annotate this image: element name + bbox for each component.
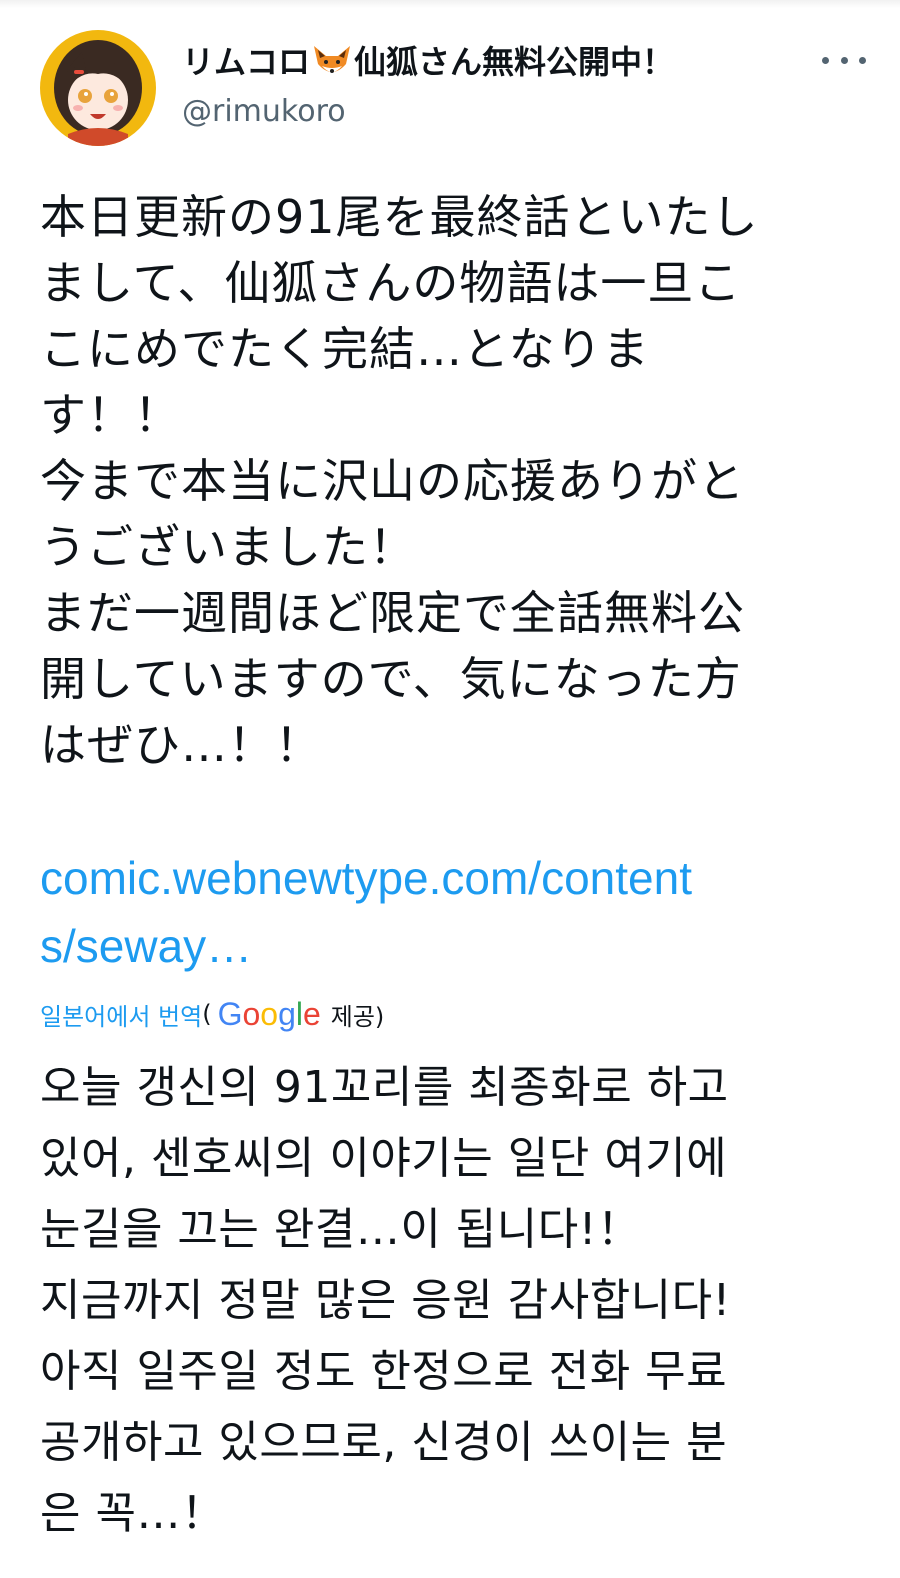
- fox-face-icon: [312, 44, 352, 80]
- tweet-link-line[interactable]: comic.webnewtype.com/content: [40, 844, 870, 912]
- avatar[interactable]: [40, 30, 156, 146]
- tweet-text-line: はぜひ…！！: [40, 718, 322, 772]
- tweet-text-line: まだ一週間ほど限定で全話無料公: [40, 586, 745, 640]
- tweet-link-line[interactable]: s/seway…: [40, 912, 870, 980]
- translation-provided-label: 제공): [330, 1002, 385, 1031]
- top-edge-fade: [0, 0, 900, 8]
- more-dot-icon: [859, 56, 866, 64]
- translate-link[interactable]: 일본어에서 번역: [40, 997, 202, 1032]
- tweet-text-line: す！！: [40, 388, 181, 442]
- more-dot-icon: [822, 56, 829, 64]
- translated-text-line: 눈길을 끄는 완결…이 됩니다!！: [40, 1204, 642, 1255]
- tweet-text-line: 本日更新の91尾を最終話といたし: [40, 190, 759, 244]
- tweet-text-line: まして、仙狐さんの物語は一旦こ: [40, 256, 742, 310]
- tweet-text-line: 開していますので、気になった方: [40, 652, 742, 706]
- translated-text-line: 공개하고 있으므로, 신경이 쓰이는 분: [40, 1417, 728, 1468]
- tweet-text: 本日更新の91尾を最終話といたし まして、仙狐さんの物語は一旦こ こにめでたく完…: [40, 184, 870, 778]
- translated-text: 오늘 갱신의 91꼬리를 최종화로 하고 있어, 센호씨의 이야기는 일단 여기…: [40, 1052, 870, 1549]
- display-name-suffix: 仙狐さん無料公開中！: [354, 43, 675, 81]
- translated-text-line: 있어, 센호씨의 이야기는 일단 여기에: [40, 1133, 728, 1184]
- tweet-text-line: うございました！: [40, 520, 416, 574]
- tweet-body: 本日更新の91尾を最終話といたし まして、仙狐さんの物語は一旦こ こにめでたく完…: [40, 184, 870, 1549]
- more-options-button[interactable]: [822, 48, 866, 72]
- display-name[interactable]: リムコロ 仙狐さん無料公開中！: [182, 40, 674, 84]
- display-name-prefix: リムコロ: [182, 43, 311, 81]
- translated-text-line: 지금까지 정말 많은 응원 감사합니다!: [40, 1275, 731, 1326]
- user-handle[interactable]: @rimukoro: [182, 90, 674, 134]
- google-logo: Google: [217, 995, 321, 1032]
- tweet-text-line: 今まで本当に沢山の応援ありがと: [40, 454, 745, 508]
- translated-text-line: 아직 일주일 정도 한정으로 전화 무료: [40, 1346, 728, 1397]
- translated-text-line: 은 꼭…！: [40, 1488, 226, 1539]
- tweet-text-line: こにめでたく完結…となりま: [40, 322, 650, 376]
- translation-open-paren: (: [202, 1000, 212, 1028]
- tweet-header: リムコロ 仙狐さん無料公開中！ @rimukoro: [40, 30, 870, 150]
- more-dot-icon: [840, 56, 848, 64]
- tweet-link[interactable]: comic.webnewtype.com/content s/seway…: [40, 844, 870, 980]
- translated-text-line: 오늘 갱신의 91꼬리를 최종화로 하고: [40, 1062, 729, 1113]
- translation-attribution: 일본어에서 번역 ( Google 제공): [40, 990, 870, 1038]
